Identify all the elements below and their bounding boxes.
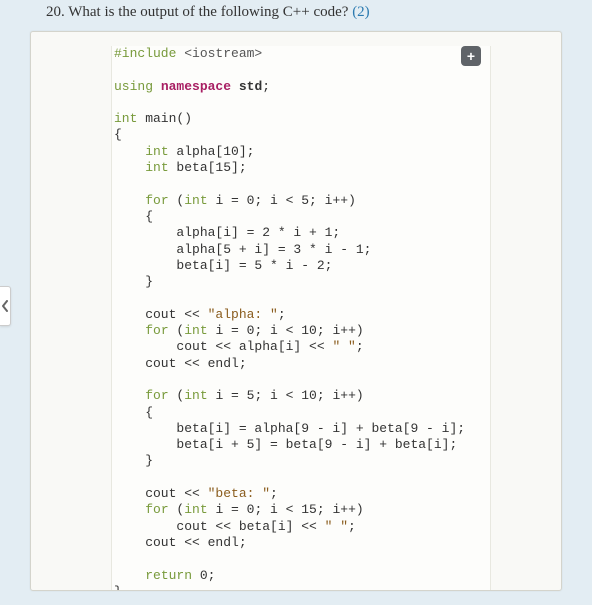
- tok: beta[i + 5] = beta[9 - i] + beta[i];: [114, 437, 457, 452]
- tok-int: int: [114, 111, 137, 126]
- tok: cout <<: [114, 307, 208, 322]
- question-header: 20. What is the output of the following …: [0, 0, 592, 31]
- tok: beta[i] = alpha[9 - i] + beta[9 - i];: [114, 421, 465, 436]
- tok-string: "alpha: ": [208, 307, 278, 322]
- tok: (: [169, 323, 185, 338]
- tok: }: [114, 584, 122, 590]
- tok: [114, 388, 145, 403]
- tok-namespace: namespace: [153, 79, 239, 94]
- tok-for: for: [145, 388, 168, 403]
- tok: i = 5; i < 10; i++): [208, 388, 364, 403]
- tok: i = 0; i < 10; i++): [208, 323, 364, 338]
- tok: [114, 144, 145, 159]
- tok-using: using: [114, 79, 153, 94]
- tok: ;: [348, 519, 356, 534]
- tok-std: std: [239, 79, 262, 94]
- tok-return: return: [145, 568, 192, 583]
- tok: beta[i] = 5 * i - 2;: [114, 258, 332, 273]
- tok: {: [114, 127, 122, 142]
- tok-int: int: [184, 193, 207, 208]
- tok: i = 0; i < 5; i++): [208, 193, 356, 208]
- tok-for: for: [145, 193, 168, 208]
- tok: (: [169, 502, 185, 517]
- tok: beta[15];: [169, 160, 247, 175]
- tok: [114, 193, 145, 208]
- expand-icon[interactable]: +: [461, 46, 481, 66]
- question-number: 20.: [46, 4, 65, 20]
- tok-for: for: [145, 502, 168, 517]
- tok: [114, 502, 145, 517]
- tok: }: [114, 453, 153, 468]
- tok-int: int: [184, 388, 207, 403]
- tok: i = 0; i < 15; i++): [208, 502, 364, 517]
- tok-string: " ": [332, 339, 355, 354]
- tok: 0;: [192, 568, 215, 583]
- tok: cout << beta[i] <<: [114, 519, 325, 534]
- tok-int: int: [184, 502, 207, 517]
- tok-int: int: [145, 160, 168, 175]
- code-block: + #include <iostream> using namespace st…: [30, 31, 562, 591]
- tok-header: <iostream>: [176, 46, 262, 61]
- tok-int: int: [145, 144, 168, 159]
- tok: cout << endl;: [114, 356, 247, 371]
- tok: [114, 160, 145, 175]
- tok: ;: [278, 307, 286, 322]
- code-inner: #include <iostream> using namespace std;…: [111, 46, 491, 590]
- tok: [114, 323, 145, 338]
- code-content: #include <iostream> using namespace std;…: [112, 46, 490, 590]
- tok: alpha[5 + i] = 3 * i - 1;: [114, 242, 371, 257]
- tok: ;: [356, 339, 364, 354]
- tok: {: [114, 209, 153, 224]
- tok: cout << alpha[i] <<: [114, 339, 332, 354]
- tok-int: int: [184, 323, 207, 338]
- question-text: What is the output of the following C++ …: [68, 4, 348, 20]
- tok: (: [169, 388, 185, 403]
- tok-string: "beta: ": [208, 486, 270, 501]
- tok: cout <<: [114, 486, 208, 501]
- side-collapse-tab[interactable]: [0, 286, 11, 326]
- tok: }: [114, 274, 153, 289]
- tok: (: [169, 193, 185, 208]
- tok: cout << endl;: [114, 535, 247, 550]
- tok: main(): [137, 111, 192, 126]
- tok: ;: [262, 79, 270, 94]
- question-points: (2): [352, 4, 370, 20]
- tok: {: [114, 405, 153, 420]
- tok: alpha[10];: [169, 144, 255, 159]
- tok: [114, 568, 145, 583]
- tok-string: " ": [325, 519, 348, 534]
- tok: alpha[i] = 2 * i + 1;: [114, 225, 340, 240]
- tok-for: for: [145, 323, 168, 338]
- chevron-left-icon: [1, 300, 9, 312]
- tok-include: #include: [114, 46, 176, 61]
- tok: ;: [270, 486, 278, 501]
